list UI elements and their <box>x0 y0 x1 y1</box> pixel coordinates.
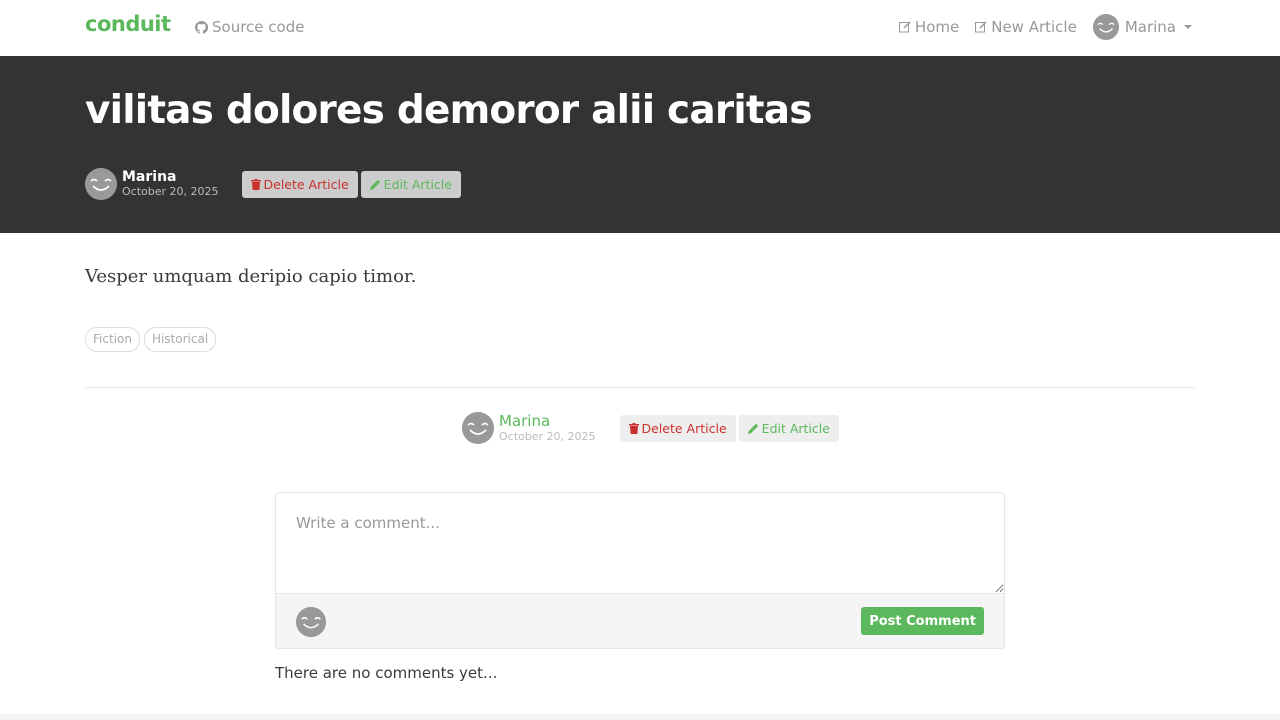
article-body: Vesper umquam deripio capio timor. <box>85 266 417 287</box>
edit-article-label: Edit Article <box>761 420 830 436</box>
author-info: Marina October 20, 2025 <box>122 169 219 199</box>
source-code-link[interactable]: Source code <box>195 18 304 36</box>
navbar: conduit Source code Home New Article Mar… <box>0 0 1280 56</box>
nav-home[interactable]: Home <box>898 18 960 36</box>
article-title: vilitas dolores demoror alii caritas <box>85 88 812 133</box>
tag-pill: Fiction <box>85 327 140 352</box>
delete-article-button[interactable]: Delete Article <box>619 414 736 442</box>
pencil-icon <box>369 179 380 190</box>
trash-icon <box>628 422 639 434</box>
post-comment-button[interactable]: Post Comment <box>861 607 984 635</box>
tag-pill: Historical <box>143 327 217 352</box>
article-banner: vilitas dolores demoror alii caritas Mar… <box>0 56 1280 233</box>
author-info: Marina October 20, 2025 <box>499 412 596 444</box>
avatar-icon <box>1092 14 1119 40</box>
article-meta: Marina October 20, 2025 Delete Article E… <box>85 168 461 200</box>
article-date: October 20, 2025 <box>499 430 596 443</box>
edit-article-label: Edit Article <box>383 176 452 192</box>
pencil-icon <box>747 423 758 434</box>
delete-article-label: Delete Article <box>263 176 349 192</box>
article-date: October 20, 2025 <box>122 185 219 198</box>
footer <box>0 714 1280 720</box>
comment-form: Post Comment <box>275 492 1005 649</box>
nav-user-menu[interactable]: Marina <box>1092 14 1192 40</box>
author-avatar[interactable] <box>85 168 117 200</box>
delete-article-button[interactable]: Delete Article <box>241 170 358 198</box>
caret-down-icon <box>1184 25 1192 29</box>
brand-logo[interactable]: conduit <box>85 12 171 36</box>
delete-article-label: Delete Article <box>641 420 727 436</box>
author-avatar[interactable] <box>462 412 494 444</box>
author-name[interactable]: Marina <box>122 169 219 185</box>
comment-form-footer: Post Comment <box>276 594 1004 648</box>
nav-new-article[interactable]: New Article <box>975 18 1077 36</box>
nav-new-article-label: New Article <box>991 18 1077 36</box>
nav-links: Home New Article Marina <box>898 14 1192 40</box>
nav-home-label: Home <box>914 18 960 36</box>
edit-article-button[interactable]: Edit Article <box>360 170 461 198</box>
no-comments-text: There are no comments yet... <box>275 664 498 682</box>
trash-icon <box>250 178 261 190</box>
author-name[interactable]: Marina <box>499 412 596 430</box>
nav-user-label: Marina <box>1124 18 1176 36</box>
source-code-label: Source code <box>212 18 305 36</box>
article-actions: Marina October 20, 2025 Delete Article E… <box>462 412 839 444</box>
edit-article-button[interactable]: Edit Article <box>738 414 839 442</box>
comment-input[interactable] <box>276 493 1004 594</box>
github-icon <box>195 20 208 34</box>
tag-list: Fiction Historical <box>85 327 217 352</box>
divider <box>85 387 1195 388</box>
edit-icon <box>975 21 987 33</box>
avatar-icon <box>296 607 326 637</box>
edit-icon <box>898 21 911 33</box>
